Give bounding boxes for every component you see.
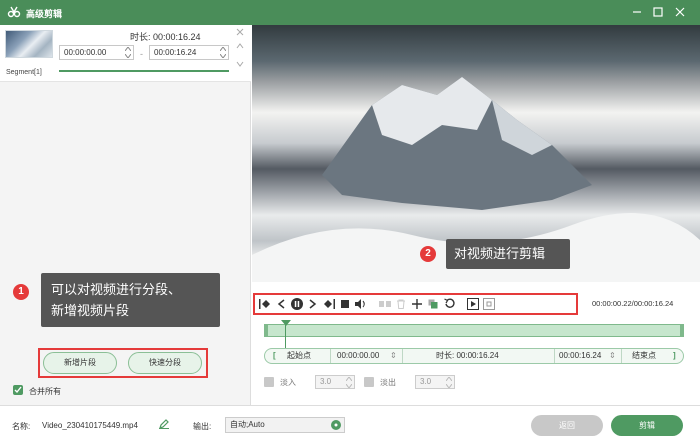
fullscreen-icon[interactable] <box>481 296 497 312</box>
segment-start-value: 00:00:00.00 <box>64 48 107 57</box>
name-label: 名称: <box>12 422 31 431</box>
output-select[interactable]: 自动;Auto <box>225 417 345 433</box>
footer-bar: 名称: Video_230410175449.mp4 输出: 自动;Auto 返… <box>0 405 700 448</box>
start-time-field[interactable]: 00:00:00.00 <box>337 349 379 363</box>
fade-out-duration-field[interactable]: 3.0 <box>415 375 455 389</box>
merge-all-label: 合并所有 <box>29 387 61 396</box>
next-frame-icon[interactable] <box>305 296 321 312</box>
fade-in-row: 淡入 <box>264 374 296 390</box>
return-button[interactable]: 返回 <box>531 415 603 436</box>
copy-icon[interactable] <box>425 296 441 312</box>
fade-in-value: 3.0 <box>320 377 332 386</box>
timeline-track[interactable] <box>264 324 684 337</box>
stepper-icon[interactable] <box>446 377 452 388</box>
output-value: 自动;Auto <box>230 420 265 429</box>
delete-icon[interactable] <box>393 296 409 312</box>
segment-name: Segment[1] <box>6 69 42 76</box>
gear-icon[interactable] <box>331 420 341 430</box>
video-preview[interactable]: 2 对视频进行剪辑 <box>252 25 700 282</box>
add-icon[interactable] <box>409 296 425 312</box>
annotation-tooltip-1: 可以对视频进行分段、 新增视频片段 <box>41 273 220 327</box>
fade-in-duration-field[interactable]: 3.0 <box>315 375 355 389</box>
title-bar: 高级剪辑 <box>0 0 700 25</box>
time-readout: 00:00:00.22/00:00:16.24 <box>592 299 674 308</box>
start-stepper-icon[interactable]: ⇕ <box>390 349 397 363</box>
segment-thumbnail <box>5 30 53 58</box>
pause-icon[interactable] <box>289 296 305 312</box>
segment-end-value: 00:00:16.24 <box>154 48 197 57</box>
segment-delete-icon[interactable] <box>235 27 245 37</box>
output-label: 输出: <box>193 422 212 431</box>
segment-range-line <box>59 70 229 72</box>
start-point-button[interactable]: 起始点 <box>287 349 311 363</box>
segment-duration: 时长: 00:00:16.24 <box>130 32 201 42</box>
segment-end-field[interactable]: 00:00:16.24 <box>149 45 229 60</box>
maximize-icon[interactable] <box>650 4 666 20</box>
edit-controls: 00:00:00.22/00:00:16.24 [ 起始点 00:00:00.0… <box>252 282 700 405</box>
volume-icon[interactable] <box>353 296 369 312</box>
start-bracket-icon[interactable]: [ <box>273 349 276 363</box>
playhead[interactable] <box>281 320 291 350</box>
fade-out-label: 淡出 <box>380 377 396 387</box>
split-icon[interactable] <box>377 296 393 312</box>
cut-button[interactable]: 剪辑 <box>611 415 683 436</box>
segment-start-field[interactable]: 00:00:00.00 <box>59 45 134 60</box>
playback-toolbar <box>257 294 573 313</box>
quick-split-button[interactable]: 快速分段 <box>128 352 202 374</box>
stop-icon[interactable] <box>337 296 353 312</box>
fade-in-label: 淡入 <box>280 377 296 387</box>
annotation-tooltip-2: 对视频进行剪辑 <box>446 239 570 269</box>
fade-out-row: 淡出 <box>364 374 396 390</box>
jump-end-icon[interactable] <box>321 296 337 312</box>
app-logo-icon <box>7 5 21 19</box>
segment-reorder-icons <box>235 43 245 67</box>
edit-name-icon[interactable] <box>159 419 169 431</box>
window-title: 高级剪辑 <box>26 9 63 19</box>
fade-out-checkbox[interactable] <box>364 377 374 387</box>
undo-icon[interactable] <box>441 296 457 312</box>
end-bracket-icon[interactable]: ] <box>673 349 676 363</box>
move-down-icon <box>236 61 244 67</box>
fade-out-value: 3.0 <box>420 377 432 386</box>
jump-start-icon[interactable] <box>257 296 273 312</box>
file-name: Video_230410175449.mp4 <box>42 421 138 430</box>
new-segment-button[interactable]: 新增片段 <box>43 352 117 374</box>
merge-all-checkbox[interactable] <box>13 385 23 395</box>
time-separator: - <box>140 49 143 59</box>
prev-frame-icon[interactable] <box>273 296 289 312</box>
move-up-icon <box>236 43 244 49</box>
segment-panel: Segment[1] 时长: 00:00:16.24 00:00:00.00 -… <box>0 25 251 405</box>
range-duration: 时长: 00:00:16.24 <box>436 351 499 360</box>
end-stepper-icon[interactable]: ⇕ <box>609 349 616 363</box>
stepper-icon[interactable] <box>220 47 226 58</box>
tooltip-1-line2: 新增视频片段 <box>51 303 130 318</box>
tooltip-1-line1: 可以对视频进行分段、 <box>51 282 182 297</box>
fade-in-checkbox[interactable] <box>264 377 274 387</box>
stepper-icon[interactable] <box>346 377 352 388</box>
close-icon[interactable] <box>672 4 688 20</box>
end-point-button[interactable]: 结束点 <box>632 349 656 363</box>
play-selection-icon[interactable] <box>465 296 481 312</box>
timeline-handles <box>265 325 683 336</box>
trim-range-bar: [ 起始点 00:00:00.00 ⇕ 时长: 00:00:16.24 00:0… <box>264 348 684 364</box>
annotation-badge-1: 1 <box>13 284 29 300</box>
minimize-icon[interactable] <box>629 4 645 20</box>
segment-item[interactable]: Segment[1] 时长: 00:00:16.24 00:00:00.00 -… <box>0 25 251 82</box>
stepper-icon[interactable] <box>125 47 131 58</box>
end-time-field[interactable]: 00:00:16.24 <box>559 349 601 363</box>
annotation-badge-2: 2 <box>420 246 436 262</box>
